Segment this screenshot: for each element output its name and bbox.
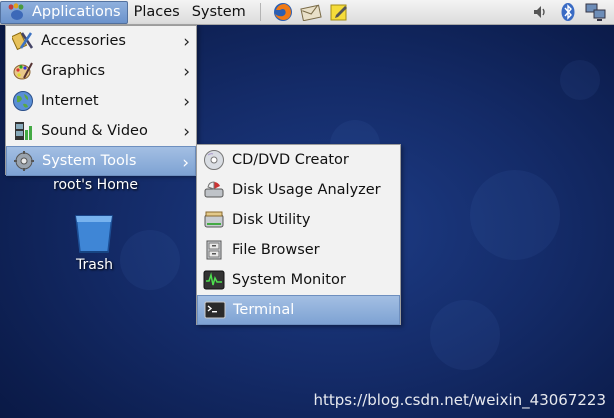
menu-item-internet[interactable]: Internet › <box>6 86 196 116</box>
sound-video-icon <box>11 119 35 143</box>
places-menu-label: Places <box>133 4 180 20</box>
submenu-arrow-icon: › <box>182 153 189 173</box>
menu-item-cd-dvd-creator[interactable]: CD/DVD Creator <box>197 145 400 175</box>
menu-item-system-monitor[interactable]: System Monitor <box>197 265 400 295</box>
menu-item-label: Accessories <box>41 33 126 49</box>
watermark-text: https://blog.csdn.net/weixin_43067223 <box>313 391 606 409</box>
submenu-arrow-icon: › <box>183 32 190 52</box>
terminal-icon <box>203 298 227 322</box>
menu-item-file-browser[interactable]: File Browser <box>197 235 400 265</box>
system-tools-submenu: CD/DVD Creator Disk Usage Analyzer Disk … <box>196 144 401 325</box>
accessories-icon <box>11 29 35 53</box>
disk-utility-icon <box>202 208 226 232</box>
notes-icon[interactable] <box>328 1 350 23</box>
submenu-arrow-icon: › <box>183 92 190 112</box>
menu-item-label: System Monitor <box>232 272 346 288</box>
submenu-arrow-icon: › <box>183 122 190 142</box>
top-panel: Applications Places System <box>0 0 614 25</box>
network-icon[interactable] <box>585 1 607 23</box>
panel-separator <box>259 3 261 21</box>
menu-item-accessories[interactable]: Accessories › <box>6 26 196 56</box>
menu-item-label: System Tools <box>42 153 137 169</box>
cd-icon <box>202 148 226 172</box>
wallpaper-bubble <box>120 230 180 290</box>
menu-item-sound-video[interactable]: Sound & Video › <box>6 116 196 146</box>
menu-item-label: Terminal <box>233 302 295 318</box>
mail-icon[interactable] <box>300 1 322 23</box>
wallpaper-bubble <box>470 170 560 260</box>
menu-item-terminal[interactable]: Terminal <box>197 295 400 325</box>
file-cabinet-icon <box>202 238 226 262</box>
menu-item-label: Graphics <box>41 63 106 79</box>
volume-icon[interactable] <box>529 1 551 23</box>
menu-item-disk-utility[interactable]: Disk Utility <box>197 205 400 235</box>
menu-item-label: Sound & Video <box>41 123 148 139</box>
firefox-icon[interactable] <box>272 1 294 23</box>
menu-item-label: File Browser <box>232 242 320 258</box>
menu-item-label: CD/DVD Creator <box>232 152 349 168</box>
applications-menu-button[interactable]: Applications <box>0 0 128 24</box>
gnome-foot-icon <box>7 3 27 21</box>
menu-item-label: Internet <box>41 93 99 109</box>
applications-menu: Accessories › Graphics › Internet › Soun… <box>5 25 197 176</box>
wallpaper-bubble <box>430 300 500 370</box>
menu-item-system-tools[interactable]: System Tools › <box>6 146 196 176</box>
menu-item-graphics[interactable]: Graphics › <box>6 56 196 86</box>
submenu-arrow-icon: › <box>183 62 190 82</box>
trash-icon[interactable] <box>72 212 116 256</box>
system-tools-icon <box>12 149 36 173</box>
bluetooth-icon[interactable] <box>557 1 579 23</box>
system-menu-label: System <box>191 4 246 20</box>
home-folder-label[interactable]: root's Home <box>53 177 138 193</box>
menu-item-label: Disk Utility <box>232 212 311 228</box>
graphics-icon <box>11 59 35 83</box>
trash-label[interactable]: Trash <box>76 257 113 273</box>
wallpaper-bubble <box>560 60 600 100</box>
menu-item-label: Disk Usage Analyzer <box>232 182 381 198</box>
menu-item-disk-usage-analyzer[interactable]: Disk Usage Analyzer <box>197 175 400 205</box>
system-menu-button[interactable]: System <box>186 1 252 24</box>
places-menu-button[interactable]: Places <box>128 1 186 24</box>
internet-globe-icon <box>11 89 35 113</box>
system-monitor-icon <box>202 268 226 292</box>
applications-menu-label: Applications <box>32 4 121 20</box>
disk-usage-icon <box>202 178 226 202</box>
